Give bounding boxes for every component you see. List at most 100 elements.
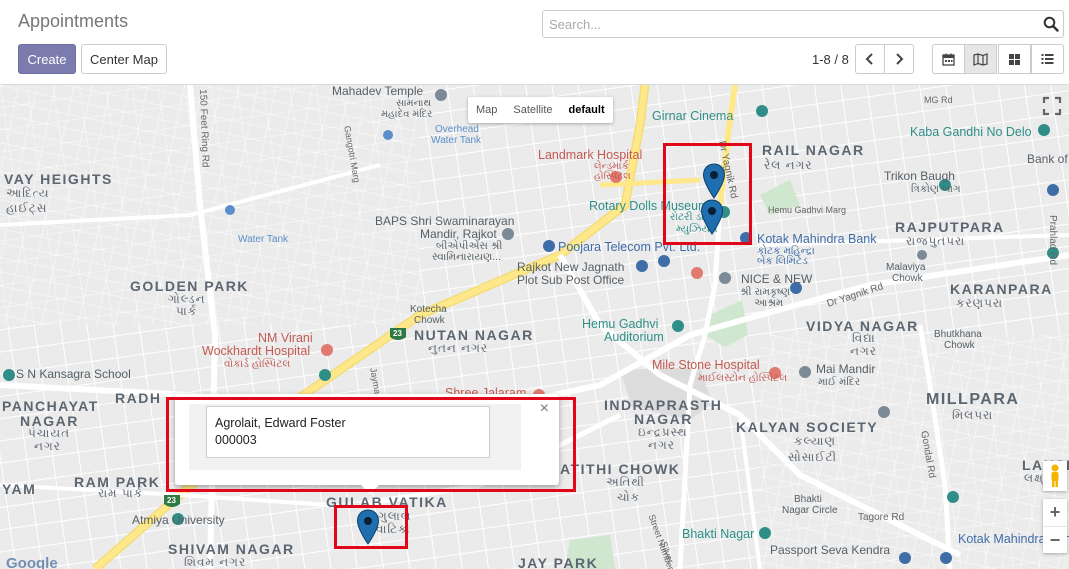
list-icon (1041, 54, 1054, 64)
map-label-hemuaud2: Auditorium (604, 330, 664, 344)
map-label-rajputpara: RAJPUTPARA (895, 219, 1005, 235)
pager-previous-button[interactable] (855, 44, 885, 74)
map-label-mahadev: Mahadev Temple (332, 85, 424, 98)
map-label-radha: RADH (115, 390, 162, 406)
pager-value[interactable]: 1-8 / 8 (812, 52, 849, 67)
map-label-overhead2: Water Tank (431, 135, 482, 146)
highlight-box-bottom-marker (334, 505, 408, 549)
map-label-yam: YAM (2, 481, 37, 497)
map-label-rajkotnj2: Plot Sub Post Office (517, 273, 625, 287)
map-label-mgrd: MG Rd (924, 95, 953, 105)
map-label-karanpara-gu: કરણપરા (956, 296, 1004, 310)
map-label-millpara: MILLPARA (926, 391, 1020, 408)
map-label-baps-gu2: સ્વામિનારાયણ... (432, 251, 502, 263)
map-label-panchayat1: PANCHAYAT (2, 398, 99, 414)
map-label-railnagar-gu: રેલ નગર (764, 158, 813, 172)
map-label-snkansagra: S N Kansagra School (16, 367, 131, 381)
map-label-bhutkhana1: Bhutkhana (934, 329, 982, 340)
calendar-icon (942, 53, 955, 66)
map-icon (973, 52, 988, 66)
map-label-karanpara: KARANPARA (950, 281, 1053, 297)
center-map-button[interactable]: Center Map (81, 44, 167, 74)
map-label-nmvirani-gu: વોકાર્ડ હોસ્પિટલ (224, 358, 291, 370)
zoom-control: + − (1043, 499, 1067, 553)
map-label-shivam-gu: શિવમ નગર (184, 555, 247, 569)
list-view-button[interactable] (1031, 44, 1064, 74)
map-label-lakshmi-gu: લક્ષ્ (1024, 471, 1044, 485)
map-label-atithi-gu1: અતિથી (606, 475, 645, 489)
map-label-maimandir: Mai Mandir (816, 362, 876, 376)
route-23b-label: 23 (167, 496, 176, 505)
map-label-maimandir-gu: માઈ મંદિર (818, 376, 861, 388)
map-label-kotecha1: Kotecha (410, 304, 447, 315)
map-label-heights-gu1: આદિત્ય (6, 186, 50, 200)
map-label-millpara-gu: મિલપરા (952, 408, 994, 422)
map-canvas[interactable]: Mahadev Temple સામનાથ મહાદેવ મંદિર Overh… (0, 85, 1069, 569)
kanban-view-button[interactable] (998, 44, 1031, 74)
create-button[interactable]: Create (18, 44, 76, 74)
map-label-kotecha2: Chowk (414, 315, 445, 326)
search-box[interactable] (542, 10, 1064, 38)
map-view-button[interactable] (964, 44, 997, 74)
map-label-milestone-gu: માઈલસ્ટોન હોસ્પિટલ (698, 372, 788, 384)
map-label-goldenpark-gu2: પાર્ક (176, 304, 198, 318)
map-label-jaypark: JAY PARK (518, 555, 599, 569)
map-label-landmark-gu2: હોસ્પિટલ (594, 171, 631, 182)
map-label-kabagandhi: Kaba Gandhi No Delo (910, 125, 1032, 139)
zoom-out-button[interactable]: − (1043, 526, 1067, 553)
map-label-watertank: Water Tank (238, 234, 289, 245)
kanban-icon (1009, 53, 1020, 65)
map-label-rampark-gu: રામ પાર્ક (98, 486, 144, 500)
map-label-tagore: Tagore Rd (858, 512, 905, 523)
map-label-malaviya1: Malaviya (886, 262, 926, 273)
route-23a-label: 23 (393, 329, 402, 338)
map-label-bankof: Bank of (1027, 152, 1068, 166)
search-icon[interactable] (1043, 16, 1059, 37)
map-label-railnagar: RAIL NAGAR (762, 142, 865, 158)
chevron-left-icon (865, 53, 873, 65)
map-label-malaviya2: Chowk (892, 273, 923, 284)
map-label-trikon: Trikon Baugh (884, 169, 955, 183)
map-label-nice-gu2: આશ્રમ (754, 297, 784, 309)
map-label-heights-gu2: હાઈટ્સ (6, 201, 48, 215)
map-label-prahladrd: Prahlad Rd (1047, 215, 1058, 266)
map-label-panchayat-gu2: નગર (34, 439, 61, 453)
map-label-kalyan-gu2: સોસાઈટી (788, 450, 838, 464)
map-label-kalyan-gu1: કલ્યાણ (794, 434, 836, 448)
map-label-kotak1-gu2: બેંક લિમિટેડ (757, 255, 808, 267)
map-label-mahadev-gu2: મહાદેવ મંદિર (381, 109, 433, 120)
map-label-hemugadhvimarg: Hemu Gadhvi Marg (768, 205, 847, 215)
zoom-in-button[interactable]: + (1043, 499, 1067, 526)
map-label-rajputpara-gu: રાજપુતપરા (906, 234, 966, 248)
map-label-girnar: Girnar Cinema (652, 109, 734, 123)
map-type-satellite[interactable]: Satellite (505, 97, 560, 123)
map-type-default[interactable]: default (561, 97, 613, 123)
map-label-passport: Passport Seva Kendra (770, 543, 891, 557)
map-type-control[interactable]: Map Satellite default (468, 97, 613, 123)
map-label-indraprasth-gu2: નગર (648, 438, 675, 452)
map-label-heights: VAY HEIGHTS (4, 171, 113, 187)
highlight-box-popup (166, 397, 576, 492)
breadcrumb-title: Appointments (18, 11, 129, 31)
map-label-bhaktinagar: Bhakti Nagar (682, 527, 755, 541)
highlight-box-top-markers (663, 143, 752, 245)
chevron-right-icon (896, 53, 904, 65)
search-input[interactable] (543, 11, 1023, 37)
control-panel: Appointments Create Center Map 1-8 / 8 (0, 0, 1069, 85)
map-label-bhakti2: Nagar Circle (782, 505, 838, 516)
google-logo[interactable]: Google (6, 555, 58, 569)
map-label-milestone: Mile Stone Hospital (652, 358, 760, 372)
map-label-kalyan: KALYAN SOCIETY (736, 419, 879, 435)
map-label-nmvirani2: Wockhardt Hospital (202, 344, 311, 358)
map-label-bhutkhana2: Chowk (944, 340, 975, 351)
fullscreen-icon[interactable] (1041, 95, 1063, 117)
map-label-vidyanagar-gu2: નગર (850, 344, 877, 358)
pegman-icon[interactable] (1043, 461, 1067, 491)
map-label-atithi-gu2: ચોક (617, 490, 641, 504)
map-label-overhead1: Overhead (435, 124, 479, 135)
map-label-nutannagar-gu: નુતન નગર (428, 341, 489, 355)
calendar-view-button[interactable] (932, 44, 965, 74)
pager-next-button[interactable] (884, 44, 914, 74)
map-label-bhakti1: Bhakti (794, 494, 822, 505)
map-type-map[interactable]: Map (468, 97, 505, 123)
